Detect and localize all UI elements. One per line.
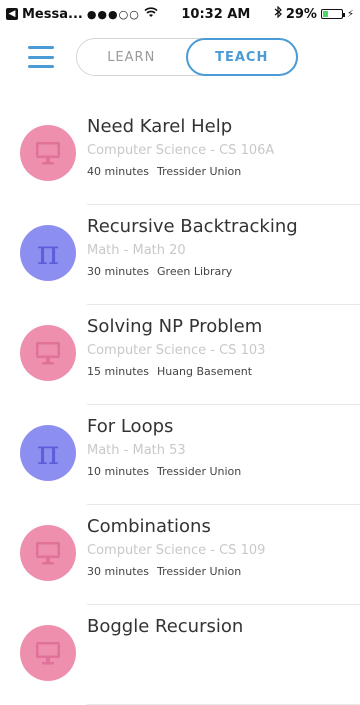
request-meta: 30 minutes Tressider Union (87, 565, 241, 578)
request-location: Huang Basement (157, 365, 253, 378)
request-meta: 15 minutes Huang Basement (87, 365, 252, 378)
carrier-label[interactable]: Messa... (22, 7, 83, 22)
request-duration: 15 minutes (87, 365, 150, 378)
request-meta: 30 minutes Green Library (87, 265, 232, 278)
monitor-icon (20, 125, 76, 181)
request-title: Need Karel Help (87, 116, 233, 137)
bluetooth-icon (274, 5, 282, 22)
hamburger-icon[interactable] (28, 46, 54, 68)
battery-percent: 29% (285, 6, 317, 22)
list-item[interactable]: Boggle Recursion (0, 605, 360, 705)
request-subject: Math - Math 53 (87, 443, 186, 458)
pi-icon: π (20, 425, 76, 481)
tab-teach[interactable]: TEACH (185, 38, 298, 76)
request-duration: 30 minutes (87, 265, 150, 278)
time-label: 10:32 AM (181, 6, 251, 22)
request-title: Combinations (87, 516, 211, 537)
battery-fill (322, 11, 328, 17)
list-item[interactable]: Combinations Computer Science - CS 109 3… (0, 505, 360, 605)
back-to-app-icon[interactable]: ◀ (6, 8, 18, 20)
request-duration: 30 minutes (87, 565, 150, 578)
request-title: Solving NP Problem (87, 316, 263, 337)
wifi-icon (144, 6, 158, 22)
request-title: For Loops (87, 416, 174, 437)
request-title: Boggle Recursion (87, 616, 244, 637)
list-item[interactable]: Need Karel Help Computer Science - CS 10… (0, 105, 360, 205)
learn-teach-toggle: LEARN TEACH (76, 38, 298, 76)
request-title: Recursive Backtracking (87, 216, 298, 237)
request-subject: Computer Science - CS 106A (87, 143, 275, 158)
monitor-icon (20, 325, 76, 381)
request-subject: Computer Science - CS 109 (87, 543, 266, 558)
signal-strength-icon: ●●●○○ (86, 7, 140, 21)
monitor-icon (20, 525, 76, 581)
request-location: Green Library (157, 265, 233, 278)
request-duration: 10 minutes (87, 465, 150, 478)
list-item[interactable]: π For Loops Math - Math 53 10 minutes Tr… (0, 405, 360, 505)
request-location: Tressider Union (157, 465, 242, 478)
request-duration: 40 minutes (87, 165, 150, 178)
request-location: Tressider Union (157, 565, 242, 578)
list-item[interactable]: π Recursive Backtracking Math - Math 20 … (0, 205, 360, 305)
status-left: ◀ Messa... ●●●○○ (6, 7, 158, 22)
monitor-icon (20, 625, 76, 681)
status-right: 29% ⚡ (274, 5, 354, 22)
status-bar: ◀ Messa... ●●●○○ 10:32 AM 29% ⚡ (0, 0, 360, 28)
request-subject: Computer Science - CS 103 (87, 343, 266, 358)
header: LEARN TEACH (0, 28, 360, 88)
request-subject: Math - Math 20 (87, 243, 186, 258)
request-location: Tressider Union (157, 165, 242, 178)
request-meta: 10 minutes Tressider Union (87, 465, 241, 478)
request-meta: 40 minutes Tressider Union (87, 165, 241, 178)
battery-icon (320, 9, 345, 19)
tab-learn[interactable]: LEARN (77, 39, 186, 75)
pi-icon: π (20, 225, 76, 281)
charging-icon: ⚡ (346, 8, 354, 20)
request-list: Need Karel Help Computer Science - CS 10… (0, 105, 360, 705)
list-item[interactable]: Solving NP Problem Computer Science - CS… (0, 305, 360, 405)
